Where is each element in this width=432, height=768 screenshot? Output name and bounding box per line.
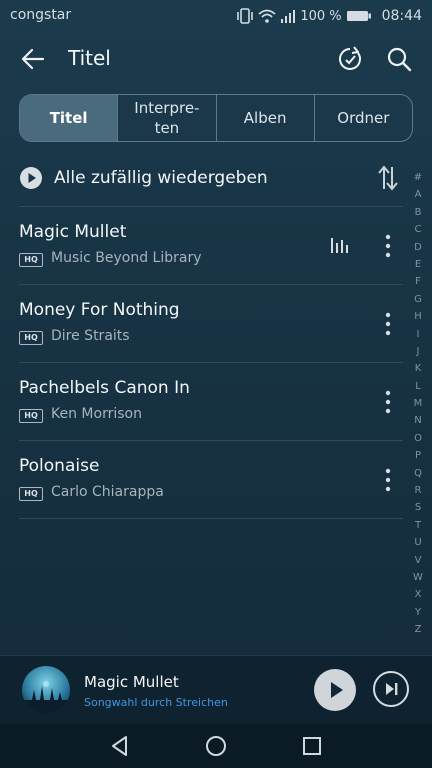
index-letter[interactable]: F xyxy=(415,273,421,290)
equalizer-icon xyxy=(330,234,352,256)
hq-badge: HQ xyxy=(19,487,43,501)
battery-icon xyxy=(346,9,372,23)
page-title: Titel xyxy=(68,46,111,70)
more-vert-icon[interactable] xyxy=(381,467,395,493)
tab-label: Ordner xyxy=(337,109,390,127)
swipe-hint: Songwahl durch Streichen xyxy=(84,696,228,709)
index-letter[interactable]: A xyxy=(415,186,422,203)
app-bar: Titel xyxy=(0,36,432,82)
index-letter[interactable]: G xyxy=(414,291,422,308)
index-letter[interactable]: L xyxy=(415,378,421,395)
hq-badge: HQ xyxy=(19,331,43,345)
shuffle-all-label: Alle zufällig wiedergeben xyxy=(54,168,268,188)
tab-label: Titel xyxy=(49,109,88,127)
list-item[interactable]: Magic Mullet HQ Music Beyond Library xyxy=(19,206,403,284)
index-letter[interactable]: # xyxy=(414,169,422,186)
now-playing-bar[interactable]: Magic Mullet Songwahl durch Streichen xyxy=(0,655,432,724)
song-artist: Carlo Chiarappa xyxy=(51,484,164,500)
shuffle-all-button[interactable]: Alle zufällig wiedergeben xyxy=(0,160,400,198)
tab-titel[interactable]: Titel xyxy=(20,95,118,141)
index-letter[interactable]: P xyxy=(415,447,421,464)
next-track-button[interactable] xyxy=(373,671,409,707)
index-letter[interactable]: S xyxy=(415,499,421,516)
search-icon[interactable] xyxy=(384,44,414,74)
index-letter[interactable]: V xyxy=(415,552,422,569)
nav-back-icon[interactable] xyxy=(108,734,132,758)
song-list: Magic Mullet HQ Music Beyond Library Mon… xyxy=(19,206,403,519)
list-item[interactable]: Money For Nothing HQ Dire Straits xyxy=(19,284,403,362)
song-title: Money For Nothing xyxy=(19,300,180,320)
song-artist: Music Beyond Library xyxy=(51,250,202,266)
index-letter[interactable]: U xyxy=(414,534,421,551)
song-artist: Ken Morrison xyxy=(51,406,142,422)
album-cover[interactable] xyxy=(22,666,70,714)
nav-recents-icon[interactable] xyxy=(300,734,324,758)
tab-ordner[interactable]: Ordner xyxy=(313,95,412,141)
back-arrow-icon[interactable] xyxy=(18,44,48,74)
index-letter[interactable]: D xyxy=(414,239,422,256)
sync-icon[interactable] xyxy=(335,44,365,74)
list-item[interactable]: Pachelbels Canon In HQ Ken Morrison xyxy=(19,362,403,440)
index-letter[interactable]: Y xyxy=(415,604,421,621)
vibrate-icon xyxy=(236,8,254,24)
nav-home-icon[interactable] xyxy=(204,734,228,758)
index-letter[interactable]: X xyxy=(415,586,422,603)
play-button[interactable] xyxy=(314,669,356,711)
index-letter[interactable]: J xyxy=(417,343,420,360)
now-playing-title: Magic Mullet xyxy=(84,673,179,691)
index-letter[interactable]: Z xyxy=(415,621,422,638)
song-title: Polonaise xyxy=(19,456,100,476)
index-letter[interactable]: I xyxy=(417,326,420,343)
song-artist: Dire Straits xyxy=(51,328,130,344)
system-nav-bar xyxy=(0,724,432,768)
more-vert-icon[interactable] xyxy=(381,389,395,415)
category-tabs: Titel Interpre- ten Alben Ordner xyxy=(19,94,413,142)
battery-level: 100 % xyxy=(300,8,342,24)
status-icons: 100 % 08:44 xyxy=(236,6,422,26)
index-letter[interactable]: C xyxy=(415,221,422,238)
index-letter[interactable]: H xyxy=(414,308,422,325)
index-letter[interactable]: O xyxy=(414,430,422,447)
list-item[interactable]: Polonaise HQ Carlo Chiarappa xyxy=(19,440,403,519)
index-letter[interactable]: Q xyxy=(414,465,422,482)
signal-icon xyxy=(280,9,296,23)
tab-label: Alben xyxy=(243,109,287,127)
song-title: Magic Mullet xyxy=(19,222,127,242)
tab-label: Interpre- ten xyxy=(134,99,200,137)
index-letter[interactable]: R xyxy=(415,482,422,499)
index-letter[interactable]: E xyxy=(415,256,421,273)
more-vert-icon[interactable] xyxy=(381,233,395,259)
more-vert-icon[interactable] xyxy=(381,311,395,337)
index-letter[interactable]: T xyxy=(415,517,421,534)
alphabet-index[interactable]: # A B C D E F G H I J K L M N O P Q R S … xyxy=(409,169,427,639)
tab-interpreten[interactable]: Interpre- ten xyxy=(117,95,215,141)
clock: 08:44 xyxy=(381,8,422,24)
song-title: Pachelbels Canon In xyxy=(19,378,190,398)
sort-icon[interactable] xyxy=(376,164,400,192)
hq-badge: HQ xyxy=(19,253,43,267)
wifi-icon xyxy=(258,8,276,24)
index-letter[interactable]: K xyxy=(415,360,422,377)
index-letter[interactable]: N xyxy=(414,412,421,429)
carrier-name: congstar xyxy=(10,7,72,23)
index-letter[interactable]: B xyxy=(415,204,422,221)
play-circle-icon xyxy=(19,166,43,190)
tab-alben[interactable]: Alben xyxy=(215,95,314,141)
index-letter[interactable]: M xyxy=(414,395,423,412)
index-letter[interactable]: W xyxy=(413,569,423,586)
hq-badge: HQ xyxy=(19,409,43,423)
status-bar: congstar 100 % 08:44 xyxy=(0,0,432,30)
